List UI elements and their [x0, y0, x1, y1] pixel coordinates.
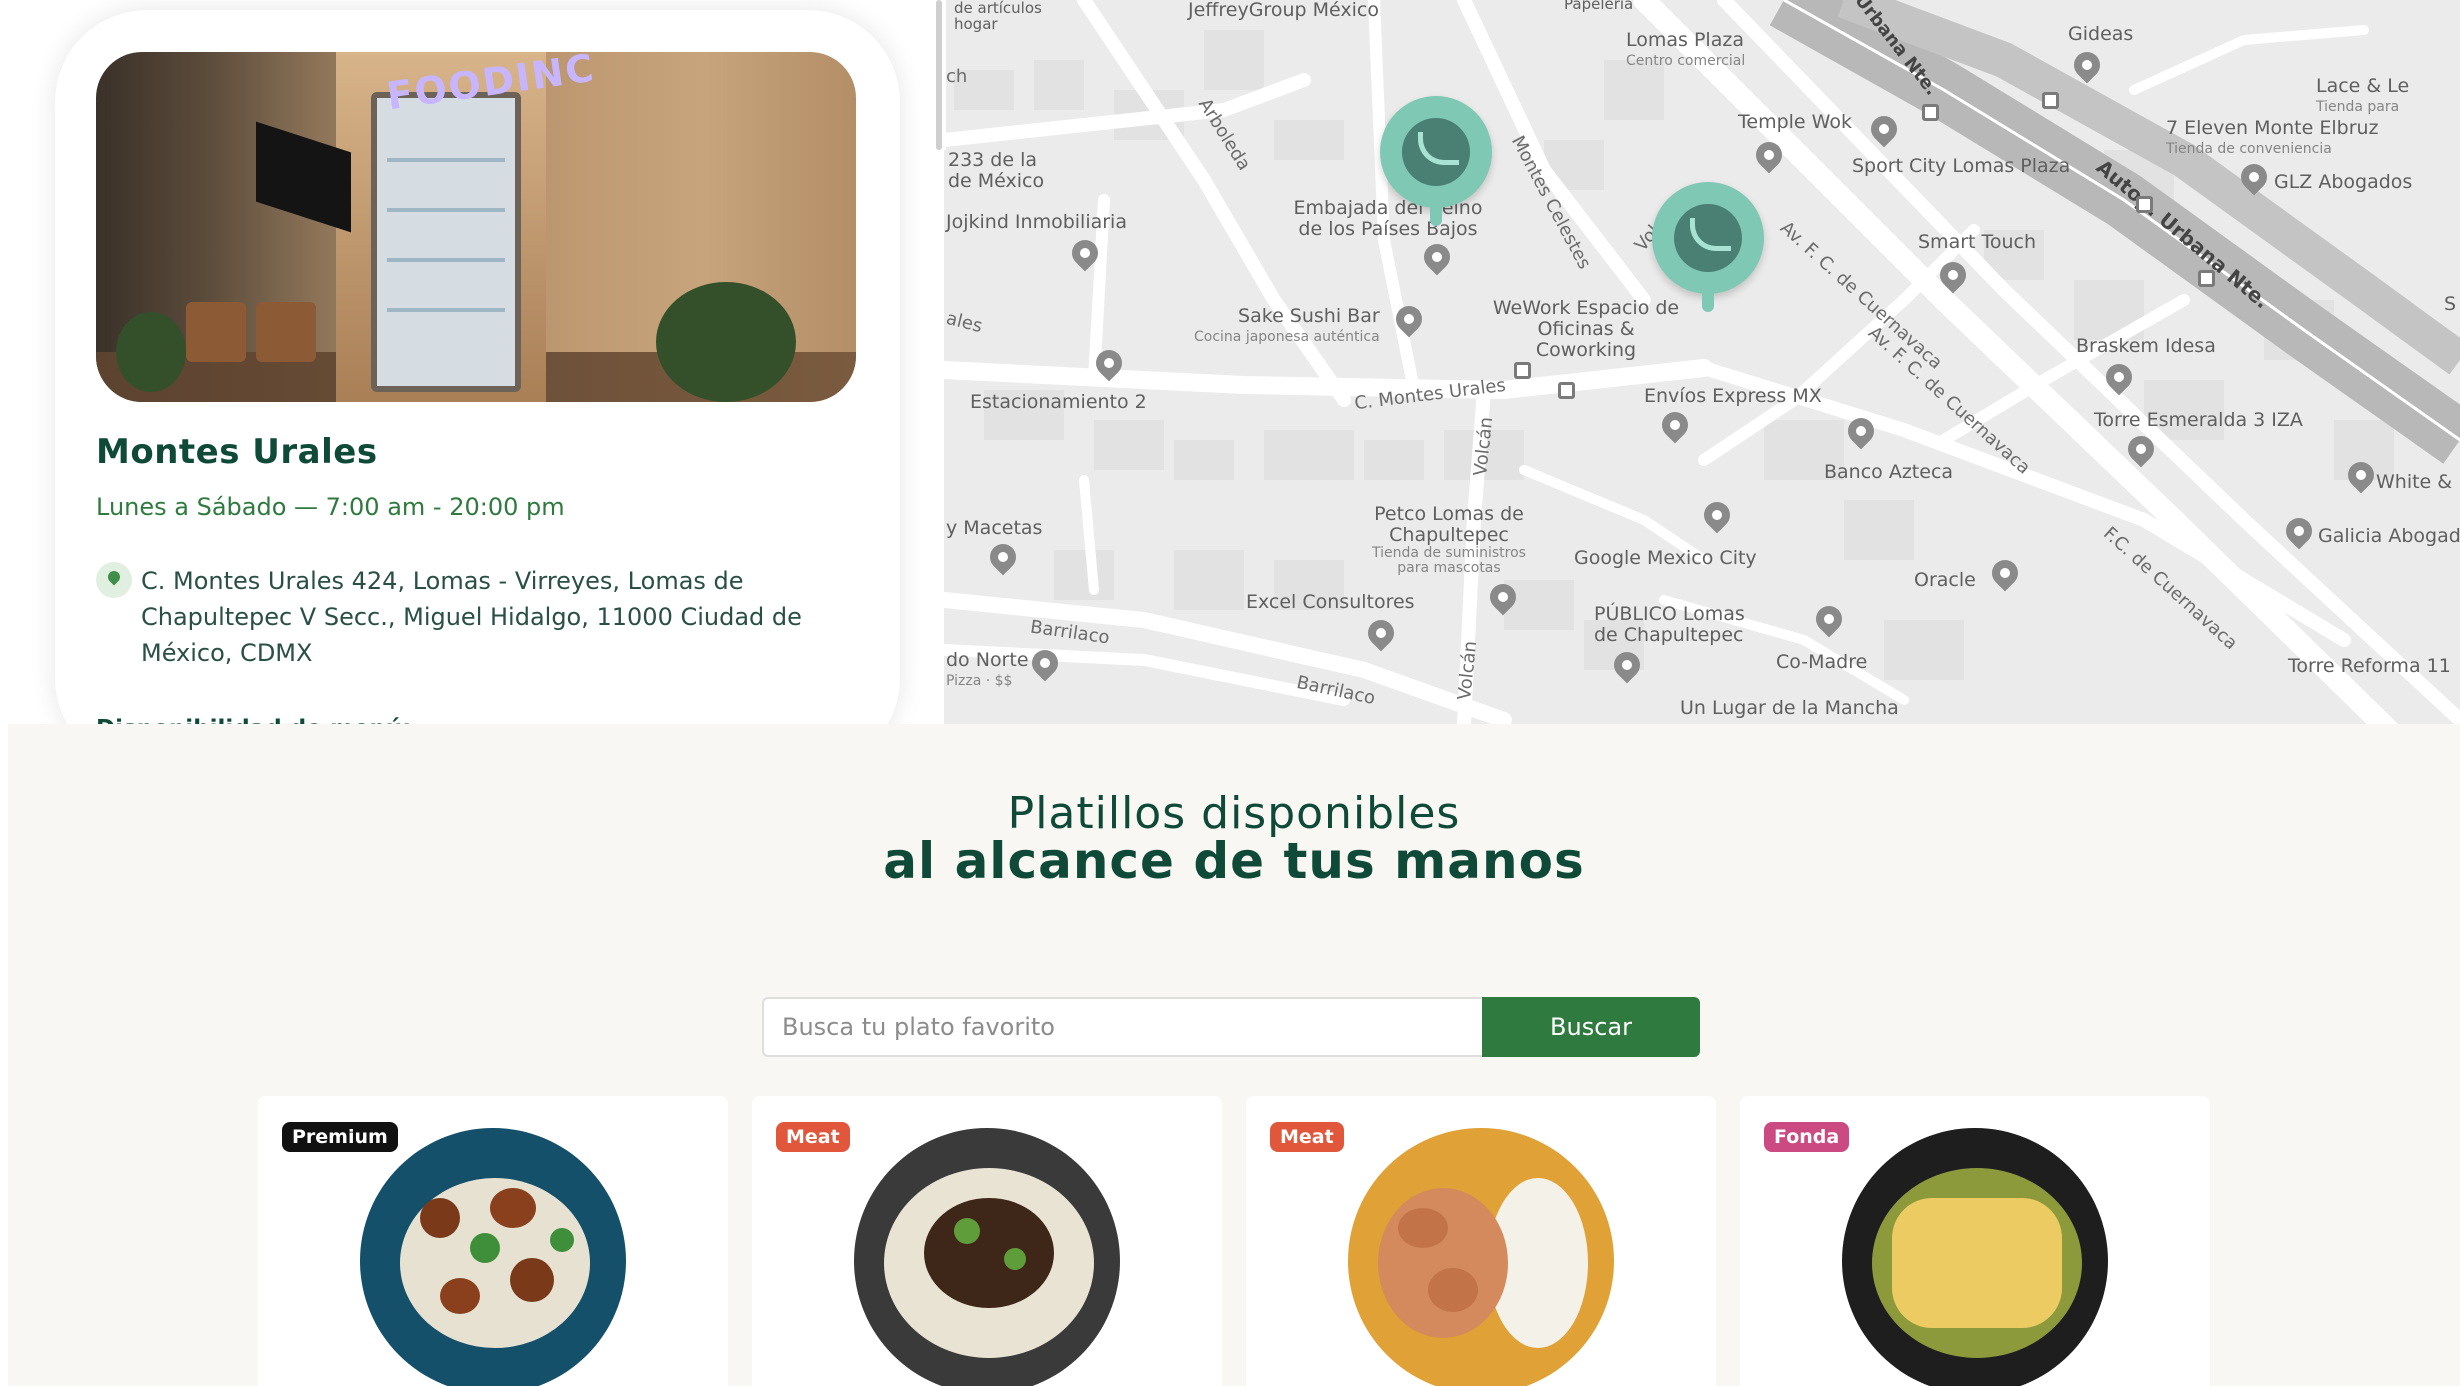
place-lace: Lace & Le Tienda para [2316, 75, 2410, 116]
search-button[interactable]: Buscar [1482, 997, 1700, 1057]
place-banco-azteca: Banco Azteca [1824, 461, 1954, 483]
dish-image [854, 1128, 1120, 1386]
dish-badge: Premium [282, 1122, 398, 1152]
place-excel: Excel Consultores [1246, 591, 1415, 613]
menu-availability-heading: Disponibilidad de menú: [96, 716, 411, 724]
place-petco: Petco Lomas de Chapultepec [1374, 503, 1524, 546]
place-embajada: Embajada del Reino de los Países Bajos [1293, 197, 1483, 240]
menu-section: Platillos disponibles al alcance de tus … [8, 724, 2460, 1386]
place-sport-city: Sport City Lomas Plaza [1852, 155, 2071, 177]
bus-stop-icon [2042, 92, 2059, 109]
place-google: Google Mexico City [1574, 547, 1757, 569]
dish-badge: Fonda [1764, 1122, 1850, 1152]
dish-badge: Meat [1270, 1122, 1344, 1152]
dish-card[interactable]: Meat [752, 1096, 1222, 1386]
place-seven-eleven: 7 Eleven Monte Elbruz Tienda de convenien… [2166, 117, 2379, 158]
place-publico: PÚBLICO Lomas de Chapultepec [1594, 603, 1745, 646]
place-lugar-mancha: Un Lugar de la Mancha [1680, 697, 1899, 719]
street-ch: ch [946, 66, 968, 87]
place-lomas-plaza: Lomas Plaza Centro comercial [1626, 29, 1746, 70]
bus-stop-icon [1922, 104, 1939, 121]
dish-card[interactable]: Meat [1246, 1096, 1716, 1386]
location-photo: FOODINC [96, 52, 856, 402]
location-name: Montes Urales [96, 432, 378, 472]
bus-stop-icon [2198, 270, 2215, 287]
place-s-edge: S [2444, 293, 2457, 315]
place-gideas: Gideas [2068, 23, 2134, 45]
place-wework: WeWork Espacio de Oficinas & Coworking [1492, 297, 1680, 361]
place-do-norte: do Norte Pizza · $$ [946, 649, 1029, 690]
place-oracle: Oracle [1914, 569, 1976, 591]
place-comadre: Co-Madre [1776, 651, 1868, 673]
location-address: C. Montes Urales 424, Lomas - Virreyes, … [141, 567, 802, 667]
place-smart-touch: Smart Touch [1918, 231, 2037, 253]
map[interactable]: p. Urbana Nte. Autop. Urbana Nte. Arbole… [944, 0, 2460, 724]
location-card: FOODINC Montes Urales Lunes a Sábado — 7… [55, 10, 900, 724]
dish-badge: Meat [776, 1122, 850, 1152]
place-temple-wok: Temple Wok [1738, 111, 1852, 133]
location-pin-icon [96, 562, 132, 598]
place-glz: GLZ Abogados [2274, 171, 2413, 193]
place-estacionamiento: Estacionamiento 2 [970, 391, 1147, 413]
bus-stop-icon [1514, 362, 1531, 379]
dish-card[interactable]: Premium [258, 1096, 728, 1386]
location-hours: Lunes a Sábado — 7:00 am - 20:00 pm [96, 493, 565, 521]
place-hogar: de artículos hogar [954, 0, 1042, 33]
place-torre-reforma: Torre Reforma 11 [2288, 655, 2451, 677]
location-area: FOODINC Montes Urales Lunes a Sábado — 7… [0, 0, 2460, 724]
dish-image [1348, 1128, 1614, 1386]
dish-image [1842, 1128, 2108, 1386]
store-marker-2[interactable] [1652, 182, 1764, 312]
section-title-line2: al alcance de tus manos [883, 832, 1585, 890]
dish-image [360, 1128, 626, 1386]
store-marker-1[interactable] [1380, 96, 1492, 226]
place-jeffrey: JeffreyGroup México [1188, 0, 1379, 21]
bus-stop-icon [1558, 382, 1575, 399]
dish-card[interactable]: Fonda [1740, 1096, 2210, 1386]
place-macetas: y Macetas [946, 517, 1043, 539]
bus-stop-icon [2136, 196, 2153, 213]
place-galicia: Galicia Abogad [2318, 525, 2460, 547]
place-jojkind: Jojkind Inmobiliaria [946, 211, 1127, 233]
place-petco-sub: Tienda de suministros para mascotas [1372, 545, 1526, 576]
place-envios: Envíos Express MX [1644, 385, 1822, 407]
search-input[interactable] [762, 997, 1490, 1057]
place-sake: Sake Sushi Bar Cocina japonesa auténtica [1194, 305, 1380, 346]
card-scrollbar[interactable] [936, 0, 942, 150]
place-white: White & [2376, 471, 2453, 493]
place-papeleria: Papelería [1564, 0, 1634, 13]
place-braskem: Braskem Idesa [2076, 335, 2216, 357]
place-torre-esmeralda: Torre Esmeralda 3 IZA [2094, 409, 2303, 431]
place-mexico-233: 233 de la de México [948, 149, 1045, 192]
